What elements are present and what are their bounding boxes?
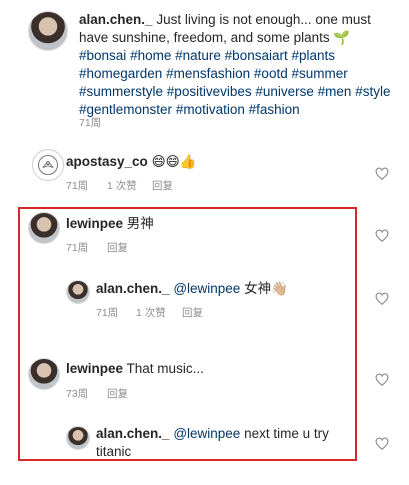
hashtag-link[interactable]: #plants [291, 48, 335, 63]
hashtag-link[interactable]: #bonsai [79, 48, 126, 63]
hashtag-link[interactable]: #summer [291, 66, 347, 81]
hashtag-link[interactable]: #fashion [249, 102, 300, 117]
comment-1-time: 71周 [66, 180, 89, 192]
heart-icon[interactable] [375, 167, 389, 181]
heart-icon[interactable] [375, 373, 389, 387]
caption: alan.chen._ Just living is not enough...… [79, 11, 397, 119]
comment-1-reply[interactable]: 回复 [152, 178, 173, 193]
hashtag-link[interactable]: #style [355, 84, 390, 99]
heart-icon[interactable] [375, 229, 389, 243]
hashtag-link[interactable]: #bonsaiart [225, 48, 288, 63]
heart-icon[interactable] [375, 437, 389, 451]
hashtag-link[interactable]: #nature [175, 48, 221, 63]
apostasy-logo-icon [38, 155, 58, 175]
comment-1-likes[interactable]: 1 次赞 [107, 178, 137, 193]
comment-1-username[interactable]: apostasy_co [66, 154, 148, 169]
hashtag-link[interactable]: #home [130, 48, 171, 63]
comment-1: apostasy_co 😄😄👍 [66, 153, 197, 171]
hashtag-link[interactable]: #universe [255, 84, 314, 99]
caption-time: 71周 [79, 117, 102, 129]
hashtag-link[interactable]: #ootd [254, 66, 288, 81]
hashtag-link[interactable]: #men [318, 84, 352, 99]
hashtag-link[interactable]: #positivevibes [167, 84, 252, 99]
caption-username[interactable]: alan.chen._ [79, 12, 153, 27]
hashtag-link[interactable]: #motivation [176, 102, 245, 117]
caption-text: Just living is not enough... one must ha… [79, 12, 391, 117]
hashtag-link[interactable]: #summerstyle [79, 84, 163, 99]
highlight-box [18, 207, 357, 461]
apostasy-logo[interactable] [32, 149, 64, 181]
caption-avatar[interactable] [28, 11, 68, 51]
heart-icon[interactable] [375, 292, 389, 306]
hashtag-link[interactable]: #mensfashion [166, 66, 250, 81]
comment-1-text: 😄😄👍 [151, 154, 197, 169]
hashtag-link[interactable]: #homegarden [79, 66, 162, 81]
